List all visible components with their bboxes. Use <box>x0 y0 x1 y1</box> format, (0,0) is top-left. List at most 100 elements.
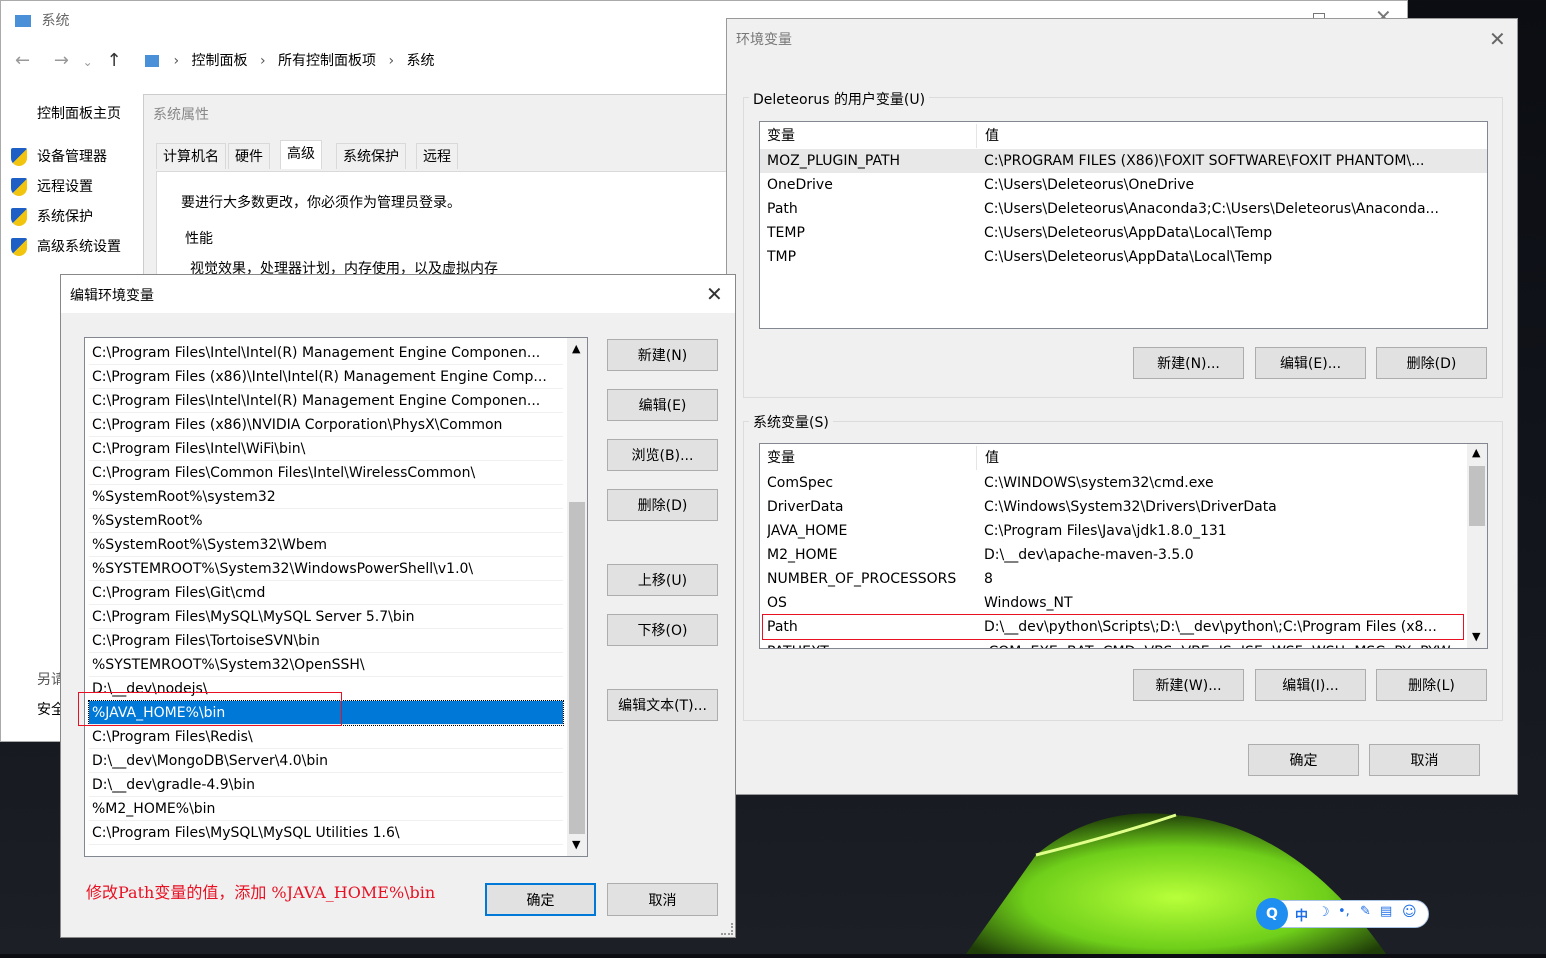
ime-logo-icon[interactable]: Q <box>1256 898 1288 930</box>
list-item[interactable]: C:\Program Files\Intel\WiFi\bin\ <box>89 437 563 461</box>
system-edit-button[interactable]: 编辑(I)... <box>1255 669 1366 701</box>
wrench-icon[interactable]: ✎ <box>1360 904 1371 919</box>
annotation-highlight-box <box>78 692 342 726</box>
move-up-button[interactable]: 上移(U) <box>607 564 718 596</box>
scroll-thumb[interactable] <box>1469 466 1485 526</box>
list-item[interactable]: C:\Program Files\MySQL\MySQL Server 5.7\… <box>89 605 563 629</box>
scrollbar[interactable]: ▲ ▼ <box>1467 444 1487 648</box>
system-window-title: 系统 <box>41 13 70 29</box>
list-item[interactable]: C:\Program Files (x86)\NVIDIA Corporatio… <box>89 413 563 437</box>
table-row[interactable]: M2_HOME D:\__dev\apache-maven-3.5.0 <box>760 543 1487 567</box>
new-entry-button[interactable]: 新建(N) <box>607 339 718 371</box>
control-panel-home-link[interactable]: 控制面板主页 <box>37 103 121 123</box>
close-icon[interactable]: ✕ <box>706 284 723 304</box>
column-header-value[interactable]: 值 <box>976 446 999 470</box>
table-row[interactable]: JAVA_HOME C:\Program Files\Java\jdk1.8.0… <box>760 519 1487 543</box>
recent-dropdown-icon[interactable]: ⌄ <box>83 55 93 69</box>
list-item[interactable]: D:\__dev\MongoDB\Server\4.0\bin <box>89 749 563 773</box>
table-row[interactable]: Path C:\Users\Deleteorus\Anaconda3;C:\Us… <box>760 197 1487 221</box>
user-delete-button[interactable]: 删除(D) <box>1376 347 1487 379</box>
system-vars-list[interactable]: 变量 值 ComSpec C:\WINDOWS\system32\cmd.exe… <box>759 443 1488 649</box>
table-row[interactable]: OS Windows_NT <box>760 591 1487 615</box>
tab-remote[interactable]: 远程 <box>416 143 458 169</box>
table-row[interactable]: TMP C:\Users\Deleteorus\AppData\Local\Te… <box>760 245 1487 269</box>
tab-advanced[interactable]: 高级 <box>280 140 322 169</box>
table-row[interactable]: NUMBER_OF_PROCESSORS 8 <box>760 567 1487 591</box>
shield-icon <box>11 238 27 256</box>
move-down-button[interactable]: 下移(O) <box>607 614 718 646</box>
list-item[interactable]: C:\Program Files\Git\cmd <box>89 581 563 605</box>
list-item[interactable]: C:\Program Files\Redis\ <box>89 725 563 749</box>
list-item[interactable]: C:\Program Files\Intel\Intel(R) Manageme… <box>89 389 563 413</box>
resize-grip-icon[interactable] <box>721 923 733 935</box>
env-cancel-button[interactable]: 取消 <box>1369 744 1480 776</box>
admin-note: 要进行大多数更改，你必须作为管理员登录。 <box>181 195 461 211</box>
table-row-path-highlighted[interactable]: Path D:\__dev\python\Scripts\;D:\__dev\p… <box>762 614 1464 640</box>
list-item[interactable]: %SYSTEMROOT%\System32\WindowsPowerShell\… <box>89 557 563 581</box>
edit-entry-button[interactable]: 编辑(E) <box>607 389 718 421</box>
path-entries-list[interactable]: C:\Program Files\Intel\Intel(R) Manageme… <box>84 337 588 857</box>
clipboard-icon[interactable]: ▤ <box>1380 904 1392 919</box>
user-vars-list[interactable]: 变量 值 MOZ_PLUGIN_PATH C:\PROGRAM FILES (X… <box>759 121 1488 329</box>
smiley-icon[interactable]: ☺ <box>1402 904 1417 920</box>
system-delete-button[interactable]: 删除(L) <box>1376 669 1487 701</box>
breadcrumb-control-panel[interactable]: 控制面板 <box>192 53 248 69</box>
scroll-up-icon[interactable]: ▲ <box>572 342 580 355</box>
breadcrumb-all-items[interactable]: 所有控制面板项 <box>278 53 376 69</box>
table-row[interactable]: PATHEXT .COM;.EXE;.BAT;.CMD;.VBS;.VBE;.J… <box>760 640 1487 648</box>
list-item[interactable]: C:\Program Files\Intel\Intel(R) Manageme… <box>89 341 563 365</box>
nav-system-protection[interactable]: 系统保护 <box>11 207 121 237</box>
ime-toolbar[interactable]: Q 中 ☽ •, ✎ ▤ ☺ <box>1256 898 1429 930</box>
column-header-value[interactable]: 值 <box>976 124 999 148</box>
user-edit-button[interactable]: 编辑(E)... <box>1255 347 1366 379</box>
scrollbar[interactable]: ▲ ▼ <box>567 338 587 856</box>
list-item[interactable]: %SystemRoot% <box>89 509 563 533</box>
list-item[interactable]: %SystemRoot%\system32 <box>89 485 563 509</box>
list-item[interactable]: C:\Program Files\TortoiseSVN\bin <box>89 629 563 653</box>
punct-icon[interactable]: •, <box>1338 904 1350 919</box>
list-item[interactable]: C:\Program Files (x86)\Intel\Intel(R) Ma… <box>89 365 563 389</box>
table-row[interactable]: MOZ_PLUGIN_PATH C:\PROGRAM FILES (X86)\F… <box>760 149 1487 173</box>
list-item[interactable]: %SystemRoot%\System32\Wbem <box>89 533 563 557</box>
breadcrumb-system[interactable]: 系统 <box>407 53 435 69</box>
nav-advanced-settings[interactable]: 高级系统设置 <box>11 237 121 267</box>
system-new-button[interactable]: 新建(W)... <box>1133 669 1244 701</box>
up-arrow-icon[interactable]: ↑ <box>106 50 121 71</box>
scroll-down-icon[interactable]: ▼ <box>1472 630 1480 643</box>
tab-computer-name[interactable]: 计算机名 <box>156 143 226 169</box>
tent-image <box>966 813 1386 954</box>
list-item[interactable]: C:\Program Files\MySQL\MySQL Utilities 1… <box>89 821 563 845</box>
scroll-down-icon[interactable]: ▼ <box>572 838 580 851</box>
env-ok-button[interactable]: 确定 <box>1248 744 1359 776</box>
column-header-variable[interactable]: 变量 <box>767 124 795 148</box>
list-item[interactable]: D:\__dev\gradle-4.9\bin <box>89 773 563 797</box>
close-icon[interactable]: ✕ <box>1489 29 1506 49</box>
scroll-up-icon[interactable]: ▲ <box>1472 446 1480 459</box>
system-window-icon <box>15 15 31 27</box>
edit-cancel-button[interactable]: 取消 <box>607 883 718 916</box>
delete-entry-button[interactable]: 删除(D) <box>607 489 718 521</box>
list-item[interactable]: %M2_HOME%\bin <box>89 797 563 821</box>
desktop-wallpaper <box>736 795 1546 954</box>
moon-icon[interactable]: ☽ <box>1318 905 1330 920</box>
table-row[interactable]: TEMP C:\Users\Deleteorus\AppData\Local\T… <box>760 221 1487 245</box>
browse-button[interactable]: 浏览(B)... <box>607 439 718 471</box>
nav-remote-settings[interactable]: 远程设置 <box>11 177 121 207</box>
edit-ok-button[interactable]: 确定 <box>485 883 596 916</box>
user-new-button[interactable]: 新建(N)... <box>1133 347 1244 379</box>
table-row[interactable]: OneDrive C:\Users\Deleteorus\OneDrive <box>760 173 1487 197</box>
forward-arrow-icon[interactable]: → <box>54 50 69 71</box>
list-item[interactable]: C:\Program Files\Common Files\Intel\Wire… <box>89 461 563 485</box>
scroll-thumb[interactable] <box>569 502 585 834</box>
table-row[interactable]: DriverData C:\Windows\System32\Drivers\D… <box>760 495 1487 519</box>
edit-text-button[interactable]: 编辑文本(T)... <box>607 689 718 721</box>
back-arrow-icon[interactable]: ← <box>15 50 30 71</box>
tab-hardware[interactable]: 硬件 <box>228 143 270 169</box>
table-row[interactable]: ComSpec C:\WINDOWS\system32\cmd.exe <box>760 471 1487 495</box>
column-header-variable[interactable]: 变量 <box>767 446 795 470</box>
nav-device-manager[interactable]: 设备管理器 <box>11 147 121 177</box>
ime-lang-toggle[interactable]: 中 <box>1295 905 1308 924</box>
list-item[interactable]: %SYSTEMROOT%\System32\OpenSSH\ <box>89 653 563 677</box>
shield-icon <box>11 178 27 196</box>
tab-system-protection[interactable]: 系统保护 <box>336 143 406 169</box>
